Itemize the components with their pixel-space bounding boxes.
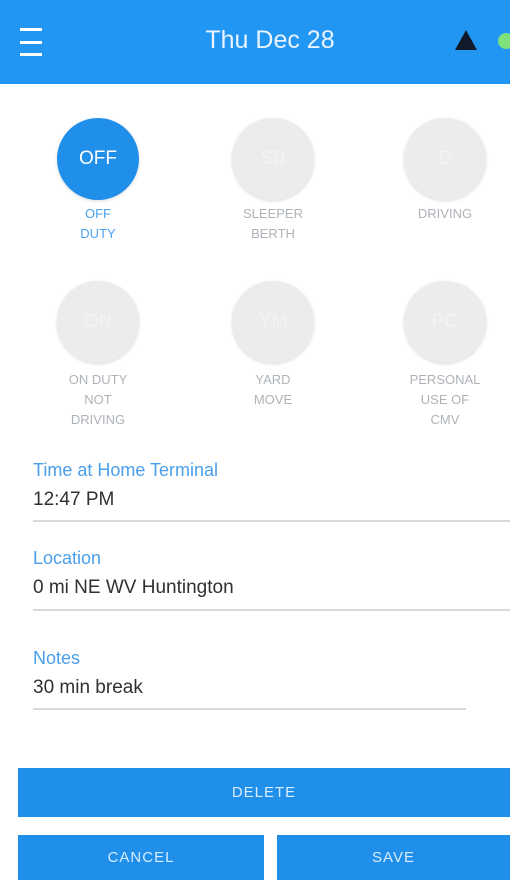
app-bar: Thu Dec 28 bbox=[0, 0, 510, 84]
warning-icon[interactable] bbox=[455, 30, 477, 50]
status-yard-move-button[interactable]: YM bbox=[232, 281, 314, 363]
time-field-underline bbox=[33, 520, 510, 522]
location-field-label: Location bbox=[33, 548, 102, 568]
time-field[interactable]: 12:47 PM bbox=[33, 489, 114, 511]
status-off-duty-label: OFF DUTY bbox=[80, 206, 116, 241]
status-sleeper-berth-code: SB bbox=[260, 148, 286, 169]
status-on-duty-not-driving-button[interactable]: ON bbox=[57, 281, 139, 363]
location-field[interactable]: 0 mi NE WV Huntington bbox=[33, 577, 234, 599]
status-yard-move-label: YARD MOVE bbox=[253, 372, 293, 407]
status-driving-button[interactable]: D bbox=[404, 118, 486, 200]
status-yard-move-code: YM bbox=[258, 311, 288, 332]
status-off-duty-button[interactable]: OFF bbox=[57, 118, 139, 200]
status-off-duty-code: OFF bbox=[79, 148, 117, 169]
status-personal-use-button[interactable]: PC bbox=[404, 281, 486, 363]
page-title: Thu Dec 28 bbox=[205, 26, 335, 54]
delete-button[interactable]: DELETE bbox=[18, 768, 510, 817]
status-personal-use-label: PERSONAL USE OF CMV bbox=[409, 372, 481, 427]
status-driving-code: D bbox=[438, 148, 452, 169]
notes-field[interactable]: 30 min break bbox=[33, 677, 143, 699]
connection-status-icon bbox=[498, 33, 510, 49]
time-field-label: Time at Home Terminal bbox=[33, 460, 219, 480]
notes-field-label: Notes bbox=[33, 648, 81, 668]
menu-icon[interactable] bbox=[20, 28, 54, 56]
save-button[interactable]: SAVE bbox=[277, 835, 510, 880]
notes-field-underline bbox=[33, 708, 466, 710]
edit-duty-status-screen: Thu Dec 28 OFF OFF DUTY SB SLEEPER BERTH… bbox=[0, 0, 510, 880]
cancel-button[interactable]: CANCEL bbox=[18, 835, 264, 880]
status-on-duty-not-driving-label: ON DUTY NOT DRIVING bbox=[68, 372, 128, 427]
status-on-duty-code: ON bbox=[83, 311, 113, 332]
status-personal-use-code: PC bbox=[431, 311, 459, 332]
status-sleeper-berth-button[interactable]: SB bbox=[232, 118, 314, 200]
status-driving-label: DRIVING bbox=[417, 206, 473, 221]
status-sleeper-berth-label: SLEEPER BERTH bbox=[243, 206, 303, 241]
location-field-underline bbox=[33, 609, 510, 611]
